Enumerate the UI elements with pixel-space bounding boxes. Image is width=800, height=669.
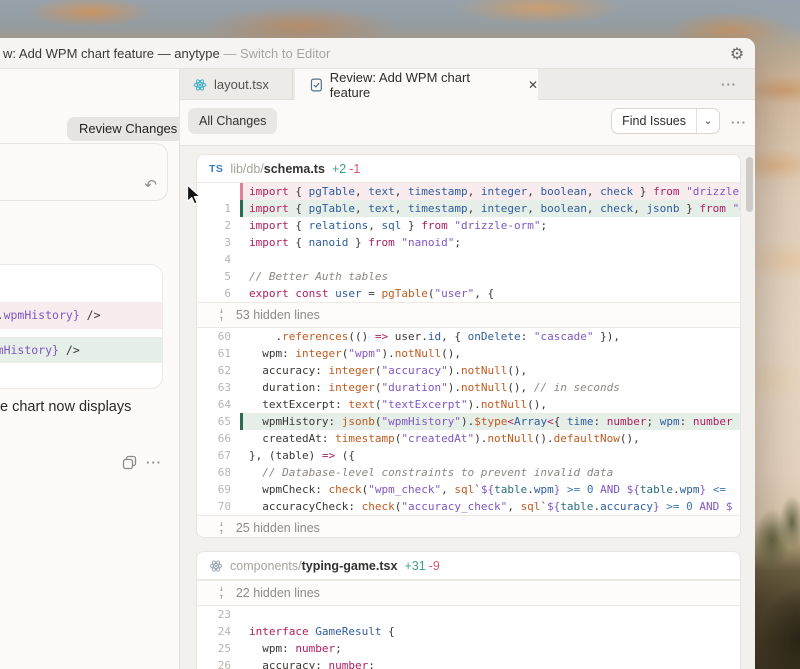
react-icon xyxy=(209,559,223,573)
deletions-count: -9 xyxy=(429,559,440,573)
file-path: lib/db/ xyxy=(230,162,263,176)
code-line: 70 accuracyCheck: check("accuracy_check"… xyxy=(197,498,740,515)
hidden-lines-expander[interactable]: ↓↑53 hidden lines xyxy=(197,302,740,328)
code-line: 23 xyxy=(197,606,740,623)
hidden-lines-expander[interactable]: ↓↑22 hidden lines xyxy=(197,580,740,606)
app-window: w: Add WPM chart feature — anytype — Swi… xyxy=(0,38,755,669)
code-diff: import { pgTable, text, timestamp, integ… xyxy=(197,183,740,538)
message-input-box[interactable]: ↶ xyxy=(0,143,168,201)
code-line: 68 // Database-level constraints to prev… xyxy=(197,464,740,481)
scrollbar-thumb[interactable] xyxy=(746,157,753,212)
deletions-count: -1 xyxy=(349,162,360,176)
code-line: 2import { relations, sql } from "drizzle… xyxy=(197,217,740,234)
tab-review-wpm-chart[interactable]: Review: Add WPM chart feature ✕ xyxy=(295,69,538,101)
typescript-badge-icon: TS xyxy=(209,163,223,175)
snippet-added-line: lt.wpmHistory} /> xyxy=(0,337,162,363)
code-line: 63 duration: integer("duration").notNull… xyxy=(197,379,740,396)
code-line: 1import { pgTable, text, timestamp, inte… xyxy=(197,200,740,217)
code-line: 66 createdAt: timestamp("createdAt").not… xyxy=(197,430,740,447)
file-path: components/ xyxy=(230,559,302,573)
code-line: 5// Better Auth tables xyxy=(197,268,740,285)
switch-to-editor-link[interactable]: — Switch to Editor xyxy=(220,46,331,61)
code-line: 64 textExcerpt: text("textExcerpt").notN… xyxy=(197,396,740,413)
file-name: schema.ts xyxy=(264,162,325,176)
file-header[interactable]: components/typing-game.tsx +31 -9 xyxy=(197,552,740,580)
tab-bar: layout.tsx Review: Add WPM chart feature… xyxy=(180,69,755,100)
code-line: 65 wpmHistory: jsonb("wpmHistory").$type… xyxy=(197,413,740,430)
code-line: 24interface GameResult { xyxy=(197,623,740,640)
diff-snippet-card: esult.wpmHistory} /> lt.wpmHistory} /> xyxy=(0,264,163,389)
code-line: import { pgTable, text, timestamp, integ… xyxy=(197,183,740,200)
snippet-removed-line: esult.wpmHistory} /> xyxy=(0,302,162,329)
code-line: 26 accuracy: number; xyxy=(197,657,740,669)
additions-count: +31 xyxy=(404,559,425,573)
code-line: 60 .references(() => user.id, { onDelete… xyxy=(197,328,740,345)
chevron-down-icon[interactable]: ⌄ xyxy=(696,109,719,133)
code-line: 61 wpm: integer("wpm").notNull(), xyxy=(197,345,740,362)
find-issues-split-button[interactable]: Find Issues ⌄ xyxy=(611,108,720,134)
titlebar[interactable]: w: Add WPM chart feature — anytype — Swi… xyxy=(0,38,755,69)
hidden-lines-expander[interactable]: ↓↑25 hidden lines xyxy=(197,515,740,538)
all-changes-button[interactable]: All Changes xyxy=(188,108,277,134)
tab-layout-tsx[interactable]: layout.tsx xyxy=(180,69,293,100)
code-line: 3import { nanoid } from "nanoid"; xyxy=(197,234,740,251)
review-doc-icon xyxy=(310,78,323,92)
additions-count: +2 xyxy=(332,162,346,176)
desktop: w: Add WPM chart feature — anytype — Swi… xyxy=(0,0,800,669)
undo-icon[interactable]: ↶ xyxy=(144,176,157,194)
react-icon xyxy=(193,78,207,92)
code-line: 62 accuracy: integer("accuracy").notNull… xyxy=(197,362,740,379)
file-header[interactable]: TS lib/db/schema.ts +2 -1 xyxy=(197,155,740,183)
chat-sidebar: Review Changes ↶ esult.wpmHistory} /> lt… xyxy=(0,69,180,669)
diff-scroll-area[interactable]: TS lib/db/schema.ts +2 -1 import { pgTab… xyxy=(180,146,755,669)
review-changes-button[interactable]: Review Changes xyxy=(67,117,189,141)
copy-icon[interactable] xyxy=(122,455,137,470)
tab-overflow-icon[interactable]: ··· xyxy=(721,77,737,92)
file-card-typing-game-tsx: components/typing-game.tsx +31 -9 ↓↑22 h… xyxy=(196,551,741,669)
code-line: 4 xyxy=(197,251,740,268)
tab-label: Review: Add WPM chart feature xyxy=(330,70,511,100)
close-tab-icon[interactable]: ✕ xyxy=(528,78,538,92)
review-toolbar: All Changes Find Issues ⌄ ··· xyxy=(180,100,755,146)
window-title: w: Add WPM chart feature — anytype — Swi… xyxy=(3,46,330,61)
code-line: 69 wpmCheck: check("wpm_check", sql`${ta… xyxy=(197,481,740,498)
find-issues-label[interactable]: Find Issues xyxy=(612,109,696,133)
tab-label: layout.tsx xyxy=(214,77,269,92)
code-diff: ↓↑22 hidden lines2324interface GameResul… xyxy=(197,580,740,669)
assistant-message-text: e chart now displays xyxy=(0,399,131,415)
file-card-schema-ts: TS lib/db/schema.ts +2 -1 import { pgTab… xyxy=(196,154,741,538)
code-line: 25 wpm: number; xyxy=(197,640,740,657)
code-line: 6export const user = pgTable("user", { xyxy=(197,285,740,302)
file-name: typing-game.tsx xyxy=(302,559,398,573)
settings-gear-icon[interactable]: ⚙ xyxy=(726,43,748,65)
code-line: 67}, (table) => ({ xyxy=(197,447,740,464)
message-more-icon[interactable]: ··· xyxy=(146,455,162,470)
toolbar-more-icon[interactable]: ··· xyxy=(731,115,747,130)
